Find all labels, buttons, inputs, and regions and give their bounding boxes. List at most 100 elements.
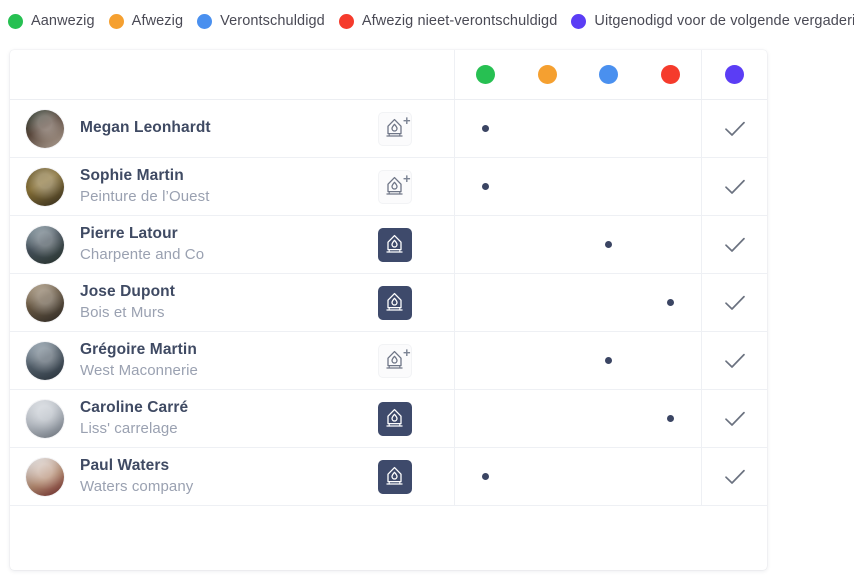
header-status-column-invited-next[interactable] [701,50,767,99]
selected-status-dot [605,241,613,248]
pen-nib-icon[interactable] [377,285,412,320]
pen-nib-icon[interactable] [377,401,412,436]
badge-cell [336,274,454,331]
legend-dot-icon [338,13,354,29]
table-row[interactable]: Jose Dupont Bois et Murs [10,274,767,332]
legend-label: Afwezig nieet-verontschuldigd [361,13,558,29]
status-dot-icon [537,65,557,84]
status-column-excused-cell[interactable] [578,390,640,447]
table-row[interactable]: Paul Waters Waters company [10,448,767,506]
attendance-table: Megan Leonhardt + Sophie Martin Peinture de… [10,50,767,506]
invited-next-cell[interactable] [701,158,767,215]
avatar [26,457,64,496]
plus-icon: + [402,344,411,360]
avatar [26,341,64,380]
table-row[interactable]: Sophie Martin Peinture de l’Ouest + [10,158,767,216]
status-column-absent-cell[interactable] [516,216,578,273]
status-dot-icon [661,65,681,84]
avatar [26,399,64,438]
person-company: Waters company [80,478,194,496]
badge-cell [336,390,454,447]
header-status-column-excused[interactable] [578,50,640,99]
legend-dot-icon [571,13,587,29]
person-cell: Megan Leonhardt [10,100,336,157]
selected-status-dot [481,183,489,190]
badge-cell: + [336,100,454,157]
header-status-column-absent-unexcused[interactable] [640,50,702,99]
badge-cell [336,216,454,273]
status-column-excused-cell[interactable] [578,448,640,505]
status-column-absent-cell[interactable] [516,158,578,215]
pen-nib-icon[interactable] [377,227,412,262]
legend-item-excused: Verontschuldigd [197,13,325,29]
person-name: Paul Waters [80,457,170,475]
status-column-present-cell[interactable] [453,332,517,389]
header-status-column-present[interactable] [453,50,517,99]
status-column-excused-cell[interactable] [578,216,640,273]
status-column-absent-cell[interactable] [516,274,578,331]
invited-next-cell[interactable] [701,332,767,389]
pen-nib-icon[interactable] [377,459,412,494]
legend-label: Uitgenodigd voor de volgende vergadering [594,13,854,29]
invited-next-cell[interactable] [701,390,767,447]
status-column-absent-unexcused-cell[interactable] [640,216,702,273]
status-column-absent-unexcused-cell[interactable] [640,332,702,389]
status-column-absent-cell[interactable] [516,100,578,157]
legend-label: Verontschuldigd [220,13,325,29]
person-cell: Jose Dupont Bois et Murs [10,274,336,331]
status-column-present-cell[interactable] [453,100,517,157]
status-column-present-cell[interactable] [453,216,517,273]
invited-next-cell[interactable] [701,448,767,505]
person-text: Sophie Martin Peinture de l’Ouest [80,167,209,206]
check-icon [724,237,745,252]
status-column-present-cell[interactable] [453,158,517,215]
legend-label: Aanwezig [31,13,95,29]
person-company: West Maconnerie [80,362,198,380]
status-column-absent-unexcused-cell[interactable] [640,158,702,215]
plus-icon: + [402,170,411,186]
status-column-absent-unexcused-cell[interactable] [640,390,702,447]
status-legend: Aanwezig Afwezig Verontschuldigd Afwezig ni… [8,8,854,34]
status-dot-icon [475,65,495,84]
status-column-absent-cell[interactable] [516,448,578,505]
table-row[interactable]: Megan Leonhardt + [10,100,767,158]
legend-item-present: Aanwezig [8,13,95,29]
person-text: Grégoire Martin West Maconnerie [80,341,198,380]
pen-nib-icon[interactable]: + [377,111,412,146]
legend-dot-icon [8,13,23,29]
table-row[interactable]: Pierre Latour Charpente and Co [10,216,767,274]
header-status-column-absent[interactable] [516,50,578,99]
check-icon [724,469,745,484]
person-cell: Caroline Carré Liss' carrelage [10,390,336,447]
table-row[interactable]: Grégoire Martin West Maconnerie + [10,332,767,390]
status-column-absent-cell[interactable] [516,332,578,389]
person-name: Grégoire Martin [80,341,197,359]
badge-cell [336,448,454,505]
attendance-page: Aanwezig Afwezig Verontschuldigd Afwezig ni… [0,0,854,576]
person-text: Paul Waters Waters company [80,457,193,496]
invited-next-cell[interactable] [701,274,767,331]
status-column-excused-cell[interactable] [578,274,640,331]
invited-next-cell[interactable] [701,216,767,273]
status-column-present-cell[interactable] [453,448,517,505]
status-column-excused-cell[interactable] [578,332,640,389]
person-company: Charpente and Co [80,246,205,264]
pen-nib-icon[interactable]: + [377,169,412,204]
status-column-absent-unexcused-cell[interactable] [640,448,702,505]
invited-next-cell[interactable] [701,100,767,157]
status-column-absent-unexcused-cell[interactable] [640,274,702,331]
status-column-absent-unexcused-cell[interactable] [640,100,702,157]
status-column-present-cell[interactable] [453,390,517,447]
status-column-present-cell[interactable] [453,274,517,331]
check-icon [724,353,745,368]
legend-dot-icon [197,13,213,29]
person-text: Caroline Carré Liss' carrelage [80,399,188,438]
status-column-absent-cell[interactable] [516,390,578,447]
person-text: Pierre Latour Charpente and Co [80,225,204,264]
status-column-excused-cell[interactable] [578,100,640,157]
status-column-excused-cell[interactable] [578,158,640,215]
selected-status-dot [667,299,675,306]
pen-nib-icon[interactable]: + [377,343,412,378]
table-row[interactable]: Caroline Carré Liss' carrelage [10,390,767,448]
person-name: Pierre Latour [80,225,178,243]
